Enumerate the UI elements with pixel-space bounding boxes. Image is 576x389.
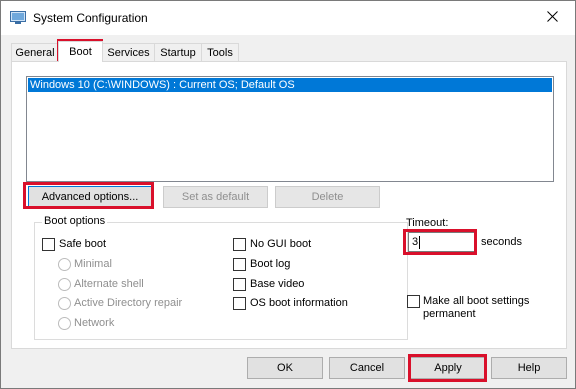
os-list[interactable]: Windows 10 (C:\WINDOWS) : Current OS; De… <box>26 76 554 182</box>
delete-button[interactable]: Delete <box>275 186 380 208</box>
alternate-shell-label: Alternate shell <box>74 278 144 290</box>
os-list-item[interactable]: Windows 10 (C:\WINDOWS) : Current OS; De… <box>28 78 552 92</box>
active-directory-repair-label: Active Directory repair <box>74 297 183 309</box>
safe-boot-label: Safe boot <box>59 238 107 250</box>
boot-panel: Windows 10 (C:\WINDOWS) : Current OS; De… <box>11 61 567 349</box>
advanced-options-button[interactable]: Advanced options... <box>28 186 152 208</box>
window-title: System Configuration <box>33 11 148 25</box>
set-as-default-button[interactable]: Set as default <box>163 186 268 208</box>
boot-log-label: Boot log <box>250 258 291 270</box>
apply-button[interactable]: Apply <box>410 357 486 379</box>
boot-log-checkbox[interactable] <box>233 258 246 271</box>
active-directory-repair-radio[interactable] <box>58 297 71 310</box>
title-bar[interactable]: System Configuration <box>1 1 575 35</box>
system-config-icon <box>10 11 26 25</box>
close-button[interactable] <box>529 1 575 35</box>
boot-options-title: Boot options <box>42 215 108 227</box>
os-boot-information-label: OS boot information <box>250 297 348 309</box>
timeout-input[interactable]: 3 <box>408 232 476 252</box>
minimal-label: Minimal <box>74 258 112 270</box>
make-permanent-label-line1: Make all boot settings <box>423 295 530 307</box>
minimal-radio[interactable] <box>58 258 71 271</box>
no-gui-boot-checkbox[interactable] <box>233 238 246 251</box>
alternate-shell-radio[interactable] <box>58 278 71 291</box>
help-button[interactable]: Help <box>491 357 567 379</box>
no-gui-boot-label: No GUI boot <box>250 238 312 250</box>
tab-boot[interactable]: Boot <box>58 41 103 62</box>
safe-boot-checkbox[interactable] <box>42 238 55 251</box>
cancel-button[interactable]: Cancel <box>329 357 405 379</box>
network-label: Network <box>74 317 115 329</box>
tab-general[interactable]: General <box>11 43 59 61</box>
system-configuration-window: System Configuration General Boot Servic… <box>0 0 576 389</box>
make-permanent-label-line2: permanent <box>423 308 476 320</box>
base-video-checkbox[interactable] <box>233 278 246 291</box>
tab-tools[interactable]: Tools <box>201 43 239 61</box>
timeout-unit-label: seconds <box>481 236 522 248</box>
close-icon <box>546 11 558 25</box>
ok-button[interactable]: OK <box>247 357 323 379</box>
os-boot-information-checkbox[interactable] <box>233 297 246 310</box>
make-permanent-checkbox[interactable] <box>407 295 420 308</box>
tab-startup[interactable]: Startup <box>154 43 202 61</box>
base-video-label: Base video <box>250 278 305 290</box>
timeout-value: 3 <box>412 236 419 248</box>
tab-services[interactable]: Services <box>102 43 155 61</box>
network-radio[interactable] <box>58 317 71 330</box>
text-caret <box>419 235 421 249</box>
timeout-label: Timeout: <box>406 217 449 229</box>
